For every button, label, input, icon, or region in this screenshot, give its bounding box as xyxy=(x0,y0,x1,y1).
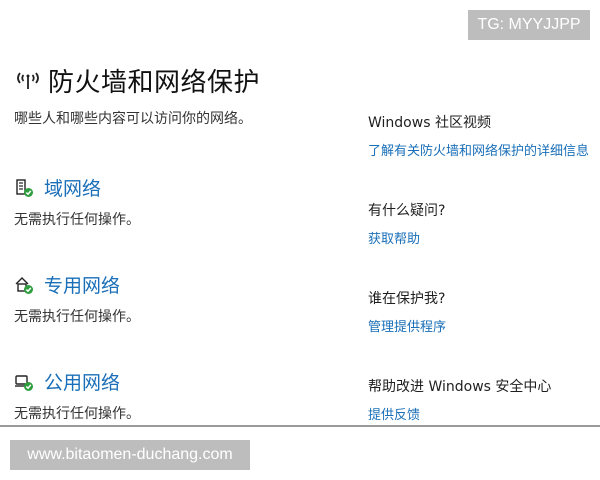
page-header: 防火墙和网络保护 xyxy=(14,62,260,99)
learn-more-link[interactable]: 了解有关防火墙和网络保护的详细信息 xyxy=(368,140,589,159)
sidebar-who-protects: 谁在保护我? 管理提供程序 xyxy=(368,288,446,335)
sidebar-community-videos: Windows 社区视频 了解有关防火墙和网络保护的详细信息 xyxy=(368,112,589,159)
public-network-link[interactable]: 公用网络 xyxy=(44,368,120,395)
private-network-link[interactable]: 专用网络 xyxy=(44,271,120,298)
page-title: 防火墙和网络保护 xyxy=(48,68,261,98)
page-subtitle: 哪些人和哪些内容可以访问你的网络。 xyxy=(14,111,252,127)
public-network-icon xyxy=(15,374,33,391)
get-help-link[interactable]: 获取帮助 xyxy=(368,228,445,247)
public-network-status: 无需执行任何操作。 xyxy=(14,406,140,422)
manage-providers-link[interactable]: 管理提供程序 xyxy=(368,316,446,335)
sidebar-improve: 帮助改进 Windows 安全中心 提供反馈 xyxy=(368,376,551,423)
domain-network-status: 无需执行任何操作。 xyxy=(14,212,140,228)
domain-network-icon xyxy=(16,178,33,197)
public-network-section: 公用网络 无需执行任何操作。 xyxy=(14,368,140,423)
feedback-link[interactable]: 提供反馈 xyxy=(368,404,551,423)
private-network-status: 无需执行任何操作。 xyxy=(14,309,140,325)
domain-network-link[interactable]: 域网络 xyxy=(44,174,101,201)
firewall-wifi-icon xyxy=(17,71,39,89)
private-network-section: 专用网络 无需执行任何操作。 xyxy=(14,271,140,326)
sidebar-questions: 有什么疑问? 获取帮助 xyxy=(368,200,445,247)
domain-network-section: 域网络 无需执行任何操作。 xyxy=(14,174,140,229)
watermark-url: www.bitaomen-duchang.com xyxy=(10,440,250,470)
sidebar-heading: 谁在保护我? xyxy=(368,291,446,307)
sidebar-heading: 帮助改进 Windows 安全中心 xyxy=(368,379,552,395)
watermark-tg: TG: MYYJJPP xyxy=(468,10,590,40)
sidebar-heading: 有什么疑问? xyxy=(368,203,446,219)
private-network-icon xyxy=(15,276,33,294)
sidebar-heading: Windows 社区视频 xyxy=(368,115,491,131)
